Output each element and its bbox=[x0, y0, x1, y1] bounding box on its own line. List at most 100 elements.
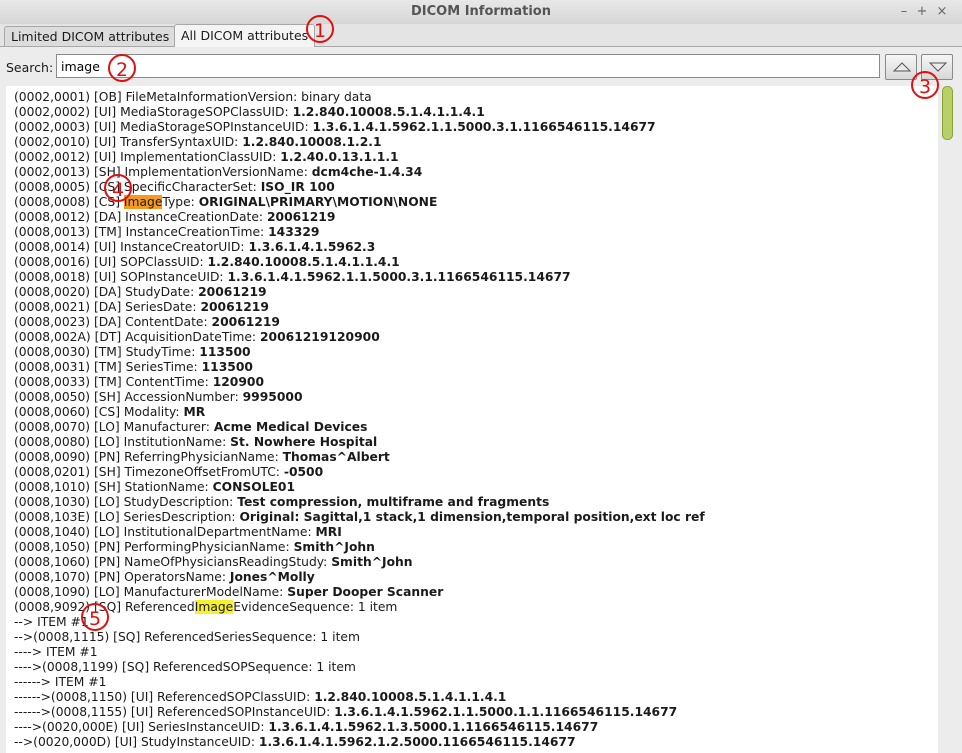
attribute-text: (0002,0001) [OB] FileMetaInformationVers… bbox=[14, 90, 372, 104]
attribute-value: 1.2.40.0.13.1.1.1 bbox=[280, 150, 399, 164]
attribute-row[interactable]: (0002,0013) [SH] ImplementationVersionNa… bbox=[14, 165, 422, 180]
attribute-value: 1.3.6.1.4.1.5962.1.2.5000.1166546115.146… bbox=[258, 735, 576, 749]
attribute-row[interactable]: (0008,0016) [UI] SOPClassUID: 1.2.840.10… bbox=[14, 255, 400, 270]
attribute-row[interactable]: (0008,0201) [SH] TimezoneOffsetFromUTC: … bbox=[14, 465, 323, 480]
attribute-row[interactable]: (0008,0031) [TM] SeriesTime: 113500 bbox=[14, 360, 253, 375]
attribute-row[interactable]: ------> ITEM #1 bbox=[14, 675, 106, 690]
attribute-text: ------>(0008,1155) [UI] ReferencedSOPIns… bbox=[14, 705, 335, 719]
attribute-text: (0008,0016) [UI] SOPClassUID: bbox=[14, 255, 208, 269]
attribute-text: (0008,0031) [TM] SeriesTime: bbox=[14, 360, 202, 374]
attribute-row[interactable]: -->(0008,1115) [SQ] ReferencedSeriesSequ… bbox=[14, 630, 360, 645]
attribute-value: 1.3.6.1.4.1.5962.1.3.5000.1.1166546115.1… bbox=[268, 720, 599, 734]
attribute-value: CONSOLE01 bbox=[212, 480, 296, 494]
attribute-row[interactable]: (0008,0014) [UI] InstanceCreatorUID: 1.3… bbox=[14, 240, 375, 255]
attribute-row[interactable]: -->(0020,000D) [UI] StudyInstanceUID: 1.… bbox=[14, 735, 576, 750]
tab-limited-dicom-attributes[interactable]: Limited DICOM attributes bbox=[4, 26, 177, 46]
attribute-text: (0008,0090) [PN] ReferringPhysicianName: bbox=[14, 450, 283, 464]
scrollbar-thumb[interactable] bbox=[942, 86, 953, 140]
title-bar: DICOM Information – + × bbox=[0, 0, 962, 25]
attribute-text: (0002,0002) [UI] MediaStorageSOPClassUID… bbox=[14, 105, 293, 119]
attribute-value: 1.2.840.10008.5.1.4.1.1.4.1 bbox=[207, 255, 400, 269]
attribute-row[interactable]: (0002,0010) [UI] TransferSyntaxUID: 1.2.… bbox=[14, 135, 382, 150]
attribute-value: Jones^Molly bbox=[229, 570, 315, 584]
attribute-row[interactable]: (0008,0080) [LO] InstitutionName: St. No… bbox=[14, 435, 377, 450]
search-bar: Search: bbox=[0, 47, 962, 85]
attribute-row[interactable]: (0008,0023) [DA] ContentDate: 20061219 bbox=[14, 315, 280, 330]
attribute-text: (0008,0005) [CS] SpecificCharacterSet: bbox=[14, 180, 261, 194]
attribute-text: ---->(0020,000E) [UI] SeriesInstanceUID: bbox=[14, 720, 269, 734]
attribute-row[interactable]: (0002,0002) [UI] MediaStorageSOPClassUID… bbox=[14, 105, 485, 120]
tab-all-dicom-attributes[interactable]: All DICOM attributes bbox=[174, 24, 316, 47]
attribute-text: (0008,0033) [TM] ContentTime: bbox=[14, 375, 213, 389]
attribute-row[interactable]: ------>(0008,1150) [UI] ReferencedSOPCla… bbox=[14, 690, 506, 705]
close-icon[interactable]: × bbox=[935, 4, 949, 19]
attribute-row[interactable]: (0002,0012) [UI] ImplementationClassUID:… bbox=[14, 150, 399, 165]
attribute-text: (0008,002A) [DT] AcquisitionDateTime: bbox=[14, 330, 260, 344]
attribute-row[interactable]: (0002,0003) [UI] MediaStorageSOPInstance… bbox=[14, 120, 656, 135]
attribute-text: -->(0020,000D) [UI] StudyInstanceUID: bbox=[14, 735, 259, 749]
attribute-row[interactable]: (0008,0005) [CS] SpecificCharacterSet: I… bbox=[14, 180, 335, 195]
attribute-value: 120900 bbox=[212, 375, 265, 389]
attribute-row[interactable]: (0008,0090) [PN] ReferringPhysicianName:… bbox=[14, 450, 390, 465]
attribute-text: (0008,1050) [PN] PerformingPhysicianName… bbox=[14, 540, 294, 554]
attribute-row[interactable]: (0008,0012) [DA] InstanceCreationDate: 2… bbox=[14, 210, 335, 225]
attribute-value: MR bbox=[183, 405, 206, 419]
vertical-scrollbar[interactable] bbox=[940, 86, 956, 753]
attribute-text: ---->(0008,1199) [SQ] ReferencedSOPSeque… bbox=[14, 660, 356, 674]
attribute-value: ORIGINAL\PRIMARY\MOTION\NONE bbox=[198, 195, 438, 209]
attribute-row[interactable]: (0008,9092) [SQ] ReferencedImageEvidence… bbox=[14, 600, 397, 615]
attribute-row[interactable]: (0008,0008) [CS] ImageType: ORIGINAL\PRI… bbox=[14, 195, 437, 210]
attribute-text: (0008,0018) [UI] SOPInstanceUID: bbox=[14, 270, 228, 284]
attribute-value: 113500 bbox=[201, 360, 253, 374]
search-label: Search: bbox=[6, 60, 54, 75]
attribute-value: 1.2.840.10008.5.1.4.1.1.4.1 bbox=[314, 690, 507, 704]
attribute-row[interactable]: (0008,0030) [TM] StudyTime: 113500 bbox=[14, 345, 251, 360]
attribute-row[interactable]: (0008,1070) [PN] OperatorsName: Jones^Mo… bbox=[14, 570, 315, 585]
attribute-row[interactable]: ------>(0008,1155) [UI] ReferencedSOPIns… bbox=[14, 705, 677, 720]
attribute-value: MRI bbox=[315, 525, 342, 539]
annotation-marker-2: 2 bbox=[108, 54, 136, 82]
search-input[interactable] bbox=[56, 54, 880, 78]
attribute-text: (0008,1030) [LO] StudyDescription: bbox=[14, 495, 238, 509]
attribute-row[interactable]: (0008,103E) [LO] SeriesDescription: Orig… bbox=[14, 510, 705, 525]
attribute-text: (0008,1010) [SH] StationName: bbox=[14, 480, 213, 494]
attribute-text: (0008,1070) [PN] OperatorsName: bbox=[14, 570, 230, 584]
attribute-row[interactable]: (0008,1060) [PN] NameOfPhysiciansReading… bbox=[14, 555, 413, 570]
attribute-value: Thomas^Albert bbox=[282, 450, 390, 464]
triangle-up-icon bbox=[892, 62, 912, 72]
minimize-icon[interactable]: – bbox=[897, 4, 911, 19]
attribute-text: (0008,0012) [DA] InstanceCreationDate: bbox=[14, 210, 267, 224]
attribute-value: 20061219 bbox=[198, 285, 267, 299]
attribute-row[interactable]: --> ITEM #1 bbox=[14, 615, 89, 630]
attribute-row[interactable]: ----> ITEM #1 bbox=[14, 645, 98, 660]
attribute-text: (0008,1090) [LO] ManufacturerModelName: bbox=[14, 585, 288, 599]
attribute-row[interactable]: (0008,1050) [PN] PerformingPhysicianName… bbox=[14, 540, 375, 555]
attribute-row[interactable]: (0008,0018) [UI] SOPInstanceUID: 1.3.6.1… bbox=[14, 270, 571, 285]
search-highlight: Image bbox=[194, 600, 234, 614]
attribute-row[interactable]: (0008,1010) [SH] StationName: CONSOLE01 bbox=[14, 480, 295, 495]
attribute-value: Original: Sagittal,1 stack,1 dimension,t… bbox=[239, 510, 705, 524]
attribute-row[interactable]: (0008,0060) [CS] Modality: MR bbox=[14, 405, 205, 420]
attribute-value: 1.3.6.1.4.1.5962.3 bbox=[248, 240, 376, 254]
attribute-row[interactable]: (0008,0050) [SH] AccessionNumber: 999500… bbox=[14, 390, 303, 405]
attribute-row[interactable]: (0002,0001) [OB] FileMetaInformationVers… bbox=[14, 90, 372, 105]
attribute-row[interactable]: ---->(0020,000E) [UI] SeriesInstanceUID:… bbox=[14, 720, 598, 735]
search-highlight: Image bbox=[123, 195, 163, 209]
attribute-row[interactable]: (0008,1030) [LO] StudyDescription: Test … bbox=[14, 495, 549, 510]
attribute-row[interactable]: (0008,0033) [TM] ContentTime: 120900 bbox=[14, 375, 264, 390]
attribute-row[interactable]: (0008,0070) [LO] Manufacturer: Acme Medi… bbox=[14, 420, 367, 435]
attribute-row[interactable]: (0008,002A) [DT] AcquisitionDateTime: 20… bbox=[14, 330, 380, 345]
attribute-row[interactable]: (0008,0020) [DA] StudyDate: 20061219 bbox=[14, 285, 267, 300]
attribute-text: (0008,0023) [DA] ContentDate: bbox=[14, 315, 212, 329]
dicom-attribute-list[interactable]: (0002,0001) [OB] FileMetaInformationVers… bbox=[6, 86, 938, 753]
maximize-icon[interactable]: + bbox=[915, 4, 929, 19]
attribute-row[interactable]: (0008,0021) [DA] SeriesDate: 20061219 bbox=[14, 300, 269, 315]
attribute-row[interactable]: (0008,0013) [TM] InstanceCreationTime: 1… bbox=[14, 225, 319, 240]
attribute-row[interactable]: ---->(0008,1199) [SQ] ReferencedSOPSeque… bbox=[14, 660, 356, 675]
attribute-value: ISO_IR 100 bbox=[260, 180, 335, 194]
attribute-row[interactable]: (0008,1090) [LO] ManufacturerModelName: … bbox=[14, 585, 443, 600]
attribute-text: (0008,1060) [PN] NameOfPhysiciansReading… bbox=[14, 555, 332, 569]
attribute-row[interactable]: (0008,1040) [LO] InstitutionalDepartment… bbox=[14, 525, 342, 540]
attribute-value: 143329 bbox=[268, 225, 320, 239]
previous-match-button[interactable] bbox=[885, 54, 917, 80]
